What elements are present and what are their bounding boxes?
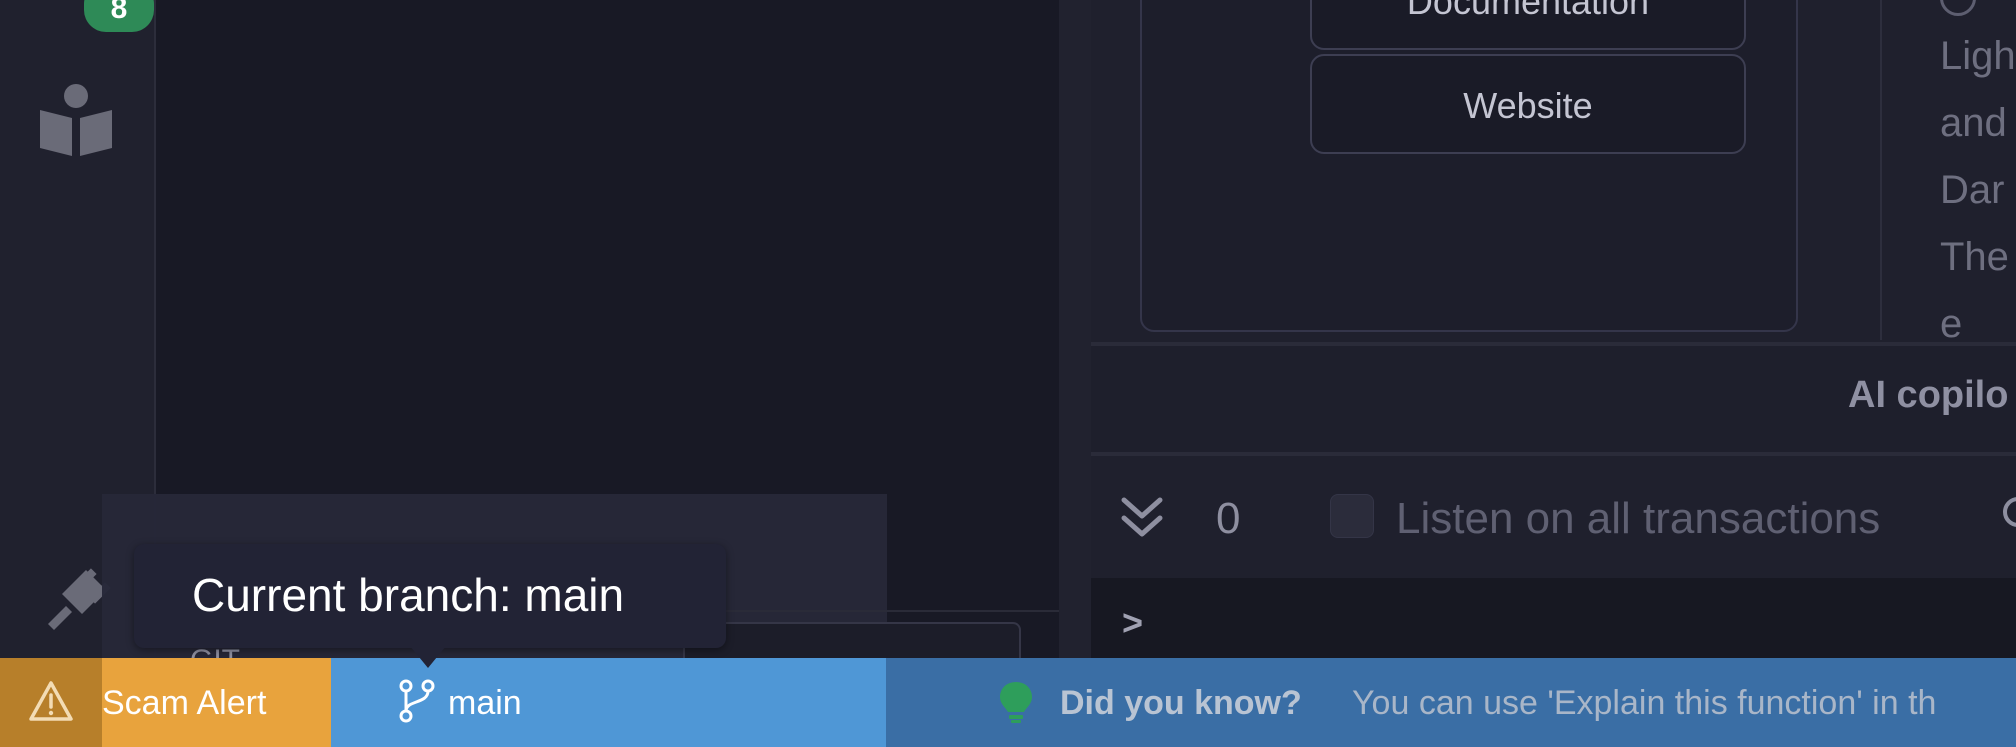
- theme-text-line: and: [1940, 101, 2007, 145]
- theme-column-divider: [1880, 0, 1882, 340]
- editor-splitter[interactable]: [1059, 0, 1091, 658]
- terminal-prompt: >: [1122, 602, 1144, 643]
- git-branch-icon: [399, 679, 435, 723]
- search-icon[interactable]: [2000, 494, 2016, 534]
- git-branch-label[interactable]: main: [448, 684, 522, 723]
- tooltip-arrow: [410, 646, 446, 668]
- terminal[interactable]: [1091, 578, 2016, 658]
- tip-text[interactable]: You can use 'Explain this function' in t…: [1352, 684, 1936, 723]
- branch-tooltip-text: Current branch: main: [192, 569, 625, 621]
- listen-all-label[interactable]: Listen on all transactions: [1396, 494, 1880, 544]
- lightbulb-icon: [1000, 682, 1032, 723]
- documentation-button[interactable]: Documentation: [1310, 0, 1746, 50]
- theme-text-line: Ligh: [1940, 34, 2016, 78]
- pending-tx-count: 0: [1216, 494, 1241, 543]
- theme-text-line: e: [1940, 302, 1963, 346]
- chevrons-down-icon[interactable]: [1120, 494, 1164, 540]
- listen-all-checkbox[interactable]: [1330, 494, 1374, 538]
- copilot-title: AI copilo: [1848, 374, 2009, 416]
- book-reader-icon[interactable]: [36, 80, 116, 156]
- tip-title: Did you know?: [1060, 684, 1302, 722]
- warning-icon: [29, 681, 73, 721]
- theme-text-line: The: [1940, 235, 2009, 279]
- scam-alert-label[interactable]: Scam Alert: [102, 684, 266, 723]
- notification-badge: 8: [84, 0, 154, 32]
- theme-text-line: Dar: [1940, 168, 2005, 212]
- website-button[interactable]: Website: [1310, 54, 1746, 154]
